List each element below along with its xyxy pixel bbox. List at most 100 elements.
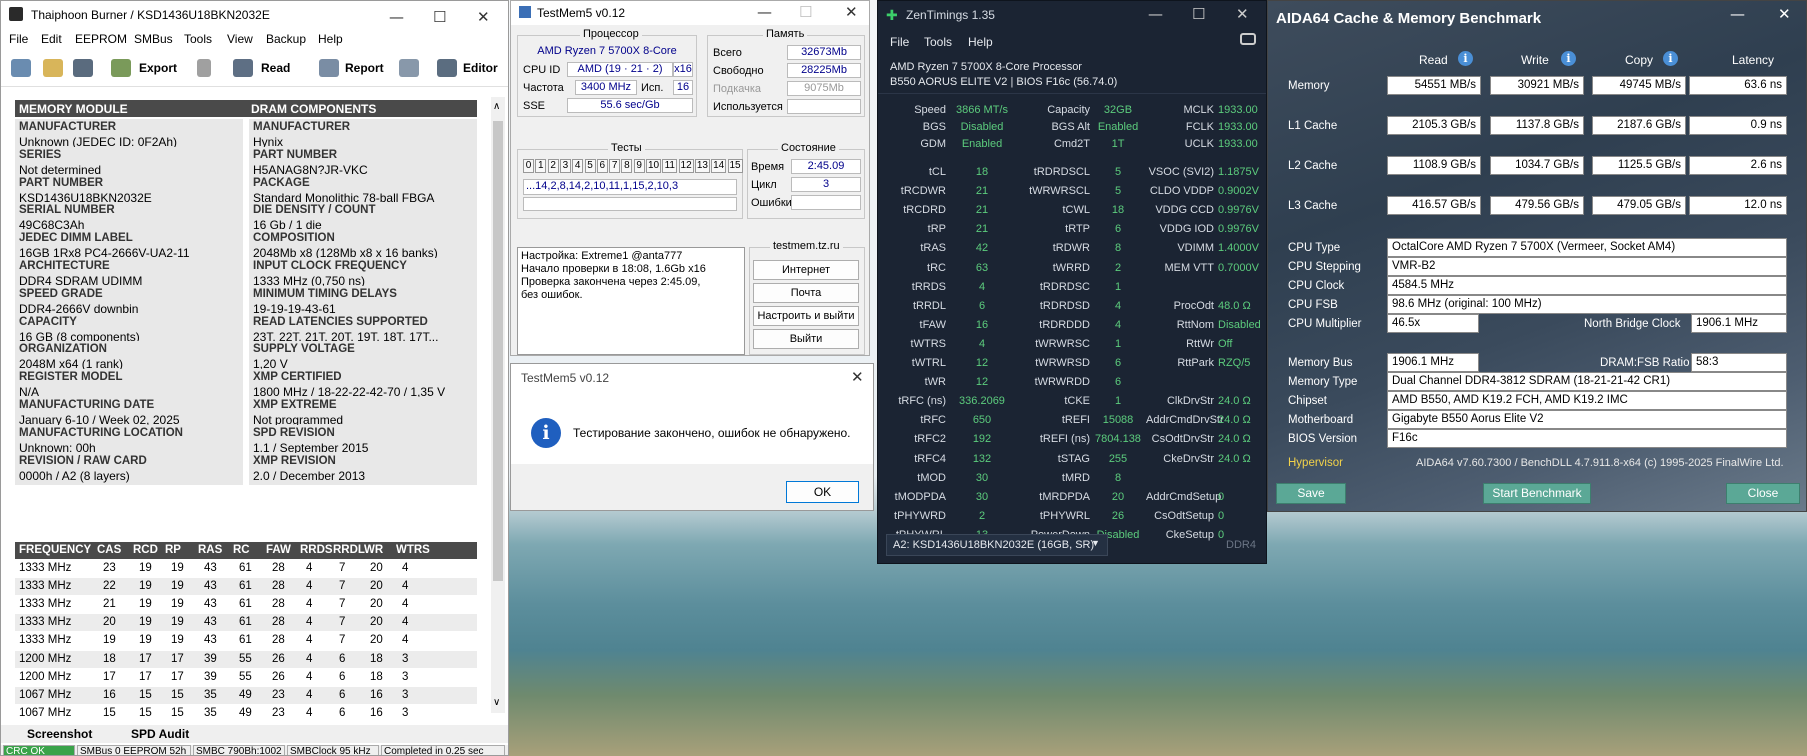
mem-type-label: Memory Type xyxy=(1288,376,1358,388)
menu-help[interactable]: Help xyxy=(318,32,343,46)
freq-cell: 7 xyxy=(339,562,346,574)
info-icon[interactable]: i xyxy=(1561,51,1576,66)
editor-icon[interactable] xyxy=(437,59,457,77)
timing-value: 26 xyxy=(1111,509,1125,522)
menu-smbus[interactable]: SMBus xyxy=(134,32,173,46)
freq-cell: 4 xyxy=(306,652,313,665)
start-benchmark-button[interactable]: Start Benchmark xyxy=(1483,483,1591,504)
save-icon[interactable] xyxy=(73,59,93,77)
save-button[interactable]: Save xyxy=(1276,483,1346,504)
timing-label: tRAS xyxy=(920,242,946,255)
ok-button[interactable]: OK xyxy=(786,481,859,503)
errors-label: Ошибки xyxy=(751,197,792,209)
scrollbar-thumb[interactable] xyxy=(493,121,503,581)
timing-label: tCKE xyxy=(1064,395,1090,408)
open-folder-icon[interactable] xyxy=(43,59,63,77)
close-icon[interactable]: ✕ xyxy=(1236,5,1249,23)
param-value: 1933.00 xyxy=(1218,104,1258,116)
minimize-icon[interactable]: — xyxy=(1730,5,1745,23)
menu-backup[interactable]: Backup xyxy=(266,32,306,46)
settings-icon[interactable] xyxy=(11,59,31,77)
test-number: 8 xyxy=(621,159,633,173)
minimize-icon[interactable]: — xyxy=(757,3,772,21)
timing-value: 5 xyxy=(1114,166,1122,178)
menu-help[interactable]: Help xyxy=(968,35,993,49)
test-number: 6 xyxy=(596,159,608,173)
export-button[interactable]: Export xyxy=(139,61,177,75)
close-icon[interactable]: ✕ xyxy=(477,8,490,26)
export-icon[interactable] xyxy=(111,59,131,77)
cpu-group-label: Процессор xyxy=(580,28,642,40)
test-number: 12 xyxy=(678,159,694,173)
scroll-down-icon[interactable]: ∨ xyxy=(493,697,500,708)
tab-screenshot[interactable]: Screenshot xyxy=(27,727,92,741)
camera-icon[interactable] xyxy=(1240,33,1256,45)
toolbar: Export Read Report Editor xyxy=(1,53,508,87)
minimize-icon[interactable]: — xyxy=(389,8,404,26)
dram-field-label: DIE DENSITY / COUNT xyxy=(253,204,376,217)
dram-field-label: PART NUMBER xyxy=(253,148,338,161)
menu-view[interactable]: View xyxy=(227,32,253,46)
close-button[interactable]: Close xyxy=(1726,483,1800,504)
ratio-label: DRAM:FSB Ratio xyxy=(1600,357,1690,369)
hypervisor-label: Hypervisor xyxy=(1288,457,1343,469)
freq-cell: 6 xyxy=(339,652,346,665)
dram-field-value: 2.0 / December 2013 xyxy=(253,468,366,483)
timing-label: tFAW xyxy=(919,318,946,331)
read-button[interactable]: Read xyxy=(261,61,290,75)
info-icon[interactable]: i xyxy=(1458,51,1473,66)
freq-cell: 4 xyxy=(402,598,409,611)
menu-eeprom[interactable]: EEPROM xyxy=(75,32,127,46)
bench-value: 63.6 ns xyxy=(1689,76,1787,95)
minimize-icon[interactable]: — xyxy=(1148,5,1163,23)
module-select[interactable]: A2: KSD1436U18BKN2032E (16GB, SR) ▼ xyxy=(886,534,1108,556)
maximize-icon[interactable]: ☐ xyxy=(799,3,812,21)
menu-file[interactable]: File xyxy=(9,32,28,46)
editor-button[interactable]: Editor xyxy=(463,61,498,75)
bottom-tabs: Screenshot SPD Audit xyxy=(1,725,508,743)
timing-label: tMOD xyxy=(917,471,946,484)
freq-cell: 17 xyxy=(171,652,184,665)
menu-edit[interactable]: Edit xyxy=(41,32,62,46)
timing-value: 336.2069 xyxy=(959,395,1005,408)
lock-icon[interactable] xyxy=(197,59,211,77)
report-icon[interactable] xyxy=(319,59,339,77)
exit-button[interactable]: Выйти xyxy=(753,329,859,349)
freq-cell: 4 xyxy=(306,598,313,611)
testmem-window: TestMem5 v0.12 — ☐ ✕ Процессор AMD Ryzen… xyxy=(510,0,870,356)
close-icon[interactable]: ✕ xyxy=(845,3,858,21)
maximize-icon[interactable]: ☐ xyxy=(1192,5,1205,23)
menu-file[interactable]: File xyxy=(890,35,909,49)
timing-value: 1T xyxy=(1111,137,1125,150)
inuse-value xyxy=(787,99,861,114)
close-icon[interactable]: ✕ xyxy=(851,368,864,386)
maximize-icon[interactable]: ☐ xyxy=(433,8,446,26)
chevron-down-icon[interactable]: ▼ xyxy=(1091,538,1100,548)
freq-cell: 19 xyxy=(139,634,152,647)
window-title: AIDA64 Cache & Memory Benchmark xyxy=(1276,10,1542,27)
wrench-icon[interactable] xyxy=(399,59,419,77)
module-header: MEMORY MODULE DRAM COMPONENTS xyxy=(15,100,477,117)
configure-exit-button[interactable]: Настроить и выйти xyxy=(753,306,859,326)
log-box[interactable]: Настройка: Extreme1 @anta777 Начало пров… xyxy=(517,247,745,355)
internet-button[interactable]: Интернет xyxy=(753,260,859,280)
timing-value: 12 xyxy=(975,376,989,389)
close-icon[interactable]: ✕ xyxy=(1778,5,1791,23)
tab-spd-audit[interactable]: SPD Audit xyxy=(131,727,189,741)
timing-label: tRDRDSD xyxy=(1039,299,1090,312)
errors-value xyxy=(791,195,861,210)
menu-tools[interactable]: Tools xyxy=(924,35,952,49)
module-field-label: SPEED GRADE xyxy=(19,287,103,300)
dialog-message: Тестирование закончено, ошибок не обнару… xyxy=(573,426,851,440)
freq-cell: 4 xyxy=(306,580,313,593)
menu-tools[interactable]: Tools xyxy=(184,32,212,46)
info-icon[interactable]: i xyxy=(1663,51,1678,66)
freq-cell: 28 xyxy=(272,598,285,611)
report-button[interactable]: Report xyxy=(345,61,384,75)
module-cell: XMP REVISION 2.0 / December 2013 xyxy=(249,452,477,485)
param-label: MEM VTT xyxy=(1164,261,1215,274)
scroll-up-icon[interactable]: ∧ xyxy=(493,101,500,112)
freq-cell: 55 xyxy=(239,670,252,683)
mail-button[interactable]: Почта xyxy=(753,283,859,303)
read-icon[interactable] xyxy=(233,59,253,77)
